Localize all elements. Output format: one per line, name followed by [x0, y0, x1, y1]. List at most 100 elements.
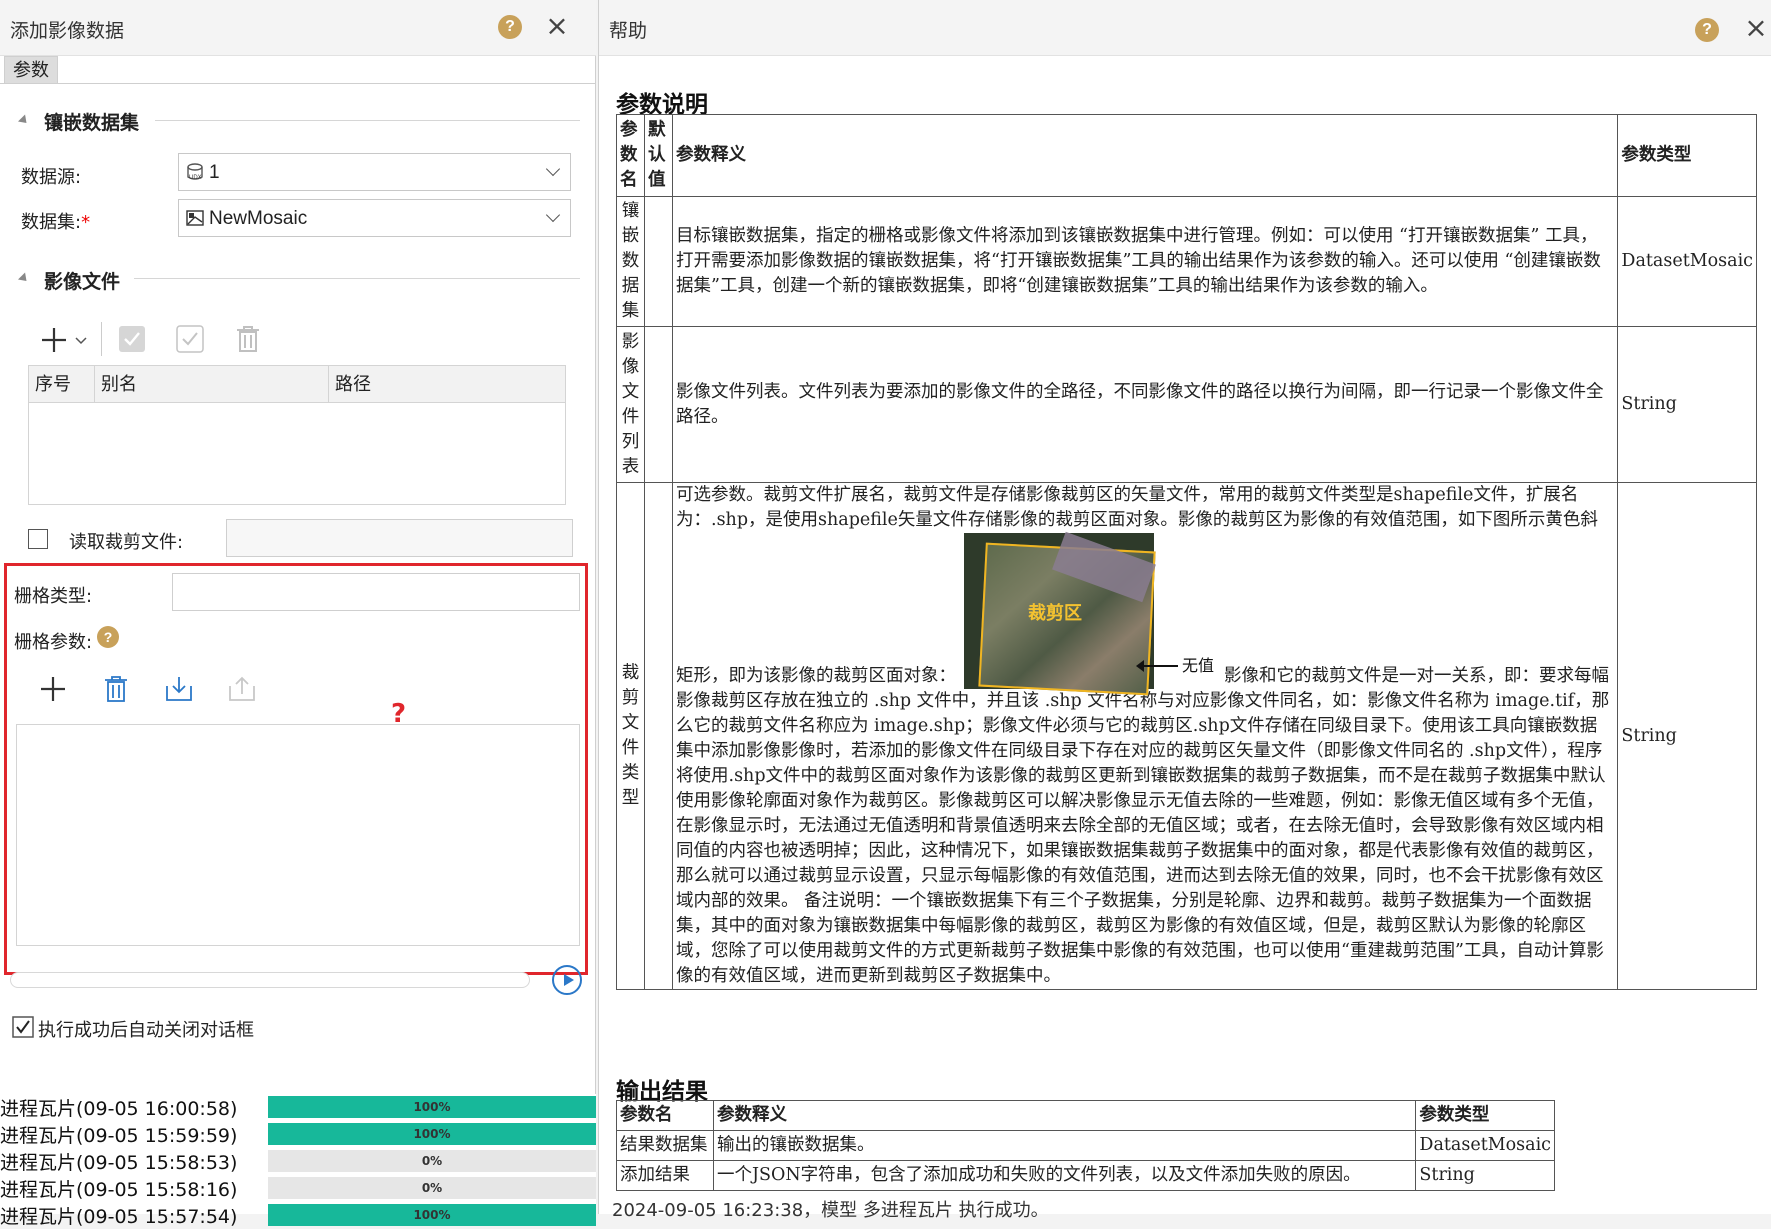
svg-text:UDX: UDX: [189, 175, 202, 181]
help-titlebar: 帮助 ? ×: [599, 0, 1771, 56]
header-description: 参数释义: [671, 114, 1619, 197]
mosaic-dataset-icon: [186, 210, 204, 226]
delete-param-icon[interactable]: [101, 674, 131, 704]
file-grid-header: 序号 别名 路径: [28, 365, 566, 404]
raster-type-input[interactable]: [172, 573, 580, 611]
param-type: String: [1617, 326, 1757, 483]
import-icon[interactable]: [164, 674, 194, 704]
help-icon[interactable]: ?: [498, 15, 522, 39]
help-panel: 帮助 ? × 参数说明 参数名 默认值 参数释义 参数类型 镶嵌数据集 目标镶嵌…: [598, 0, 1771, 1214]
udx-datasource-icon: UDX: [187, 163, 203, 181]
select-all-icon[interactable]: [117, 324, 147, 354]
run-icon[interactable]: [552, 965, 582, 995]
task-progress-label: 0%: [421, 1181, 443, 1195]
output-description: 输出的镶嵌数据集。: [712, 1130, 1417, 1161]
close-icon[interactable]: ×: [1742, 14, 1770, 43]
help-icon[interactable]: ?: [1695, 18, 1719, 42]
collapse-arrow-icon[interactable]: [17, 114, 31, 127]
read-clip-label: 读取裁剪文件:: [69, 532, 184, 553]
param-description: 可选参数。裁剪文件扩展名，裁剪文件是存储影像裁剪区的矢量文件，常用的裁剪文件类型…: [671, 482, 1619, 990]
task-row[interactable]: 进程瓦片(09-05 15:57:54) 100%: [0, 1202, 596, 1228]
param-default: [644, 196, 673, 327]
arrow-left-icon: [1136, 660, 1178, 672]
progress-bar: [10, 972, 530, 988]
table-row: 镶嵌数据集 目标镶嵌数据集，指定的栅格或影像文件将添加到该镶嵌数据集中进行管理。…: [616, 196, 1757, 327]
delete-icon[interactable]: [233, 324, 263, 354]
export-icon[interactable]: [227, 674, 257, 704]
column-alias[interactable]: 别名: [95, 366, 329, 404]
task-row[interactable]: 进程瓦片(09-05 15:58:16) 0%: [0, 1175, 596, 1201]
output-name: 添加结果: [616, 1160, 714, 1191]
table-row: 添加结果 一个JSON字符串，包含了添加成功和失败的文件列表，以及文件添加失败的…: [616, 1160, 1555, 1191]
close-icon[interactable]: ×: [543, 12, 571, 41]
task-progress-bar: 0%: [268, 1150, 596, 1172]
dataset-value: NewMosaic: [209, 208, 308, 229]
task-row[interactable]: 进程瓦片(09-05 16:00:58) 100%: [0, 1094, 596, 1120]
dataset-label: 数据集:*: [21, 208, 90, 234]
dataset-label-text: 数据集:: [21, 212, 82, 233]
file-grid-body[interactable]: [28, 403, 566, 505]
column-index[interactable]: 序号: [29, 366, 95, 404]
params-table: 参数名 默认值 参数释义 参数类型 镶嵌数据集 目标镶嵌数据集，指定的栅格或影像…: [616, 114, 1757, 990]
output-type: DatasetMosaic: [1415, 1130, 1555, 1161]
output-type: String: [1415, 1160, 1555, 1191]
datasource-value: 1: [209, 162, 220, 183]
output-name: 结果数据集: [616, 1130, 714, 1161]
auto-close-checkbox[interactable]: [12, 1016, 34, 1038]
raster-params-label: 栅格参数:: [14, 632, 93, 653]
dialog-titlebar: 添加影像数据 ? ×: [0, 0, 596, 56]
chevron-down-icon: [545, 161, 561, 177]
task-progress-label: 100%: [413, 1127, 451, 1141]
help-title: 帮助: [609, 20, 648, 42]
params-header-row: 参数名 默认值 参数释义 参数类型: [616, 114, 1757, 197]
task-name: 进程瓦片(09-05 15:57:54): [0, 1206, 238, 1228]
raster-params-grid[interactable]: [16, 724, 580, 946]
task-progress-label: 100%: [413, 1208, 451, 1222]
tab-divider: [0, 83, 596, 84]
task-row[interactable]: 进程瓦片(09-05 15:58:53) 0%: [0, 1148, 596, 1174]
read-clip-checkbox[interactable]: [28, 529, 48, 549]
task-name: 进程瓦片(09-05 15:58:53): [0, 1152, 238, 1174]
collapse-arrow-icon[interactable]: [17, 272, 31, 285]
auto-close-label: 执行成功后自动关闭对话框: [38, 1020, 254, 1041]
task-name: 进程瓦片(09-05 15:58:16): [0, 1179, 238, 1201]
task-name: 进程瓦片(09-05 16:00:58): [0, 1098, 238, 1120]
dataset-combo[interactable]: NewMosaic: [178, 199, 571, 237]
param-default: [644, 326, 673, 483]
section-divider: [134, 278, 580, 279]
read-clip-input[interactable]: [226, 519, 573, 557]
raster-params-help-icon[interactable]: ?: [97, 626, 119, 648]
required-mark: *: [81, 212, 91, 233]
table-row: 影像文件列表 影像文件列表。文件列表为要添加的影像文件的全路径，不同影像文件的路…: [616, 326, 1757, 483]
table-row: 结果数据集 输出的镶嵌数据集。 DatasetMosaic: [616, 1130, 1555, 1161]
datasource-label: 数据源:: [21, 167, 82, 188]
param-name: 影像文件列表: [616, 326, 645, 483]
toolbar-separator: [101, 322, 102, 356]
task-row[interactable]: 进程瓦片(09-05 15:59:59) 100%: [0, 1121, 596, 1147]
status-log-line: 2024-09-05 16:23:38，模型 多进程瓦片 执行成功。: [612, 1200, 1049, 1221]
param-name: 裁剪文件类型: [616, 482, 645, 990]
section-image-files: 影像文件: [44, 271, 121, 293]
chevron-down-icon: [545, 207, 561, 223]
raster-type-label: 栅格类型:: [14, 586, 93, 607]
column-path[interactable]: 路径: [329, 366, 565, 404]
task-progress-bar: 100%: [268, 1123, 596, 1145]
no-value-callout: 无值: [1182, 656, 1215, 675]
tab-parameters[interactable]: 参数: [4, 56, 58, 84]
add-file-icon[interactable]: [40, 325, 90, 355]
select-inverse-icon[interactable]: [175, 324, 205, 354]
table-row: 裁剪文件类型 可选参数。裁剪文件扩展名，裁剪文件是存储影像裁剪区的矢量文件，常用…: [616, 482, 1757, 990]
param-description: 目标镶嵌数据集，指定的栅格或影像文件将添加到该镶嵌数据集中进行管理。例如：可以使…: [671, 196, 1619, 327]
output-table: 参数名 参数释义 参数类型 结果数据集 输出的镶嵌数据集。 DatasetMos…: [616, 1100, 1555, 1191]
task-progress-bar: 100%: [268, 1204, 596, 1226]
output-description: 一个JSON字符串，包含了添加成功和失败的文件列表，以及文件添加失败的原因。: [712, 1160, 1417, 1191]
header-default: 默认值: [644, 114, 673, 197]
section-divider: [155, 120, 580, 121]
add-image-data-dialog: 添加影像数据 ? × 参数 镶嵌数据集 数据源: UDX 1 数据集:* New…: [0, 0, 596, 1214]
task-list: 进程瓦片(09-05 16:00:58) 100% 进程瓦片(09-05 15:59…: [0, 1094, 596, 1228]
header-type: 参数类型: [1617, 114, 1757, 197]
datasource-combo[interactable]: UDX 1: [178, 153, 571, 191]
section-mosaic-dataset: 镶嵌数据集: [44, 112, 140, 134]
header-param-name: 参数名: [616, 114, 645, 197]
add-param-icon[interactable]: [38, 674, 68, 704]
